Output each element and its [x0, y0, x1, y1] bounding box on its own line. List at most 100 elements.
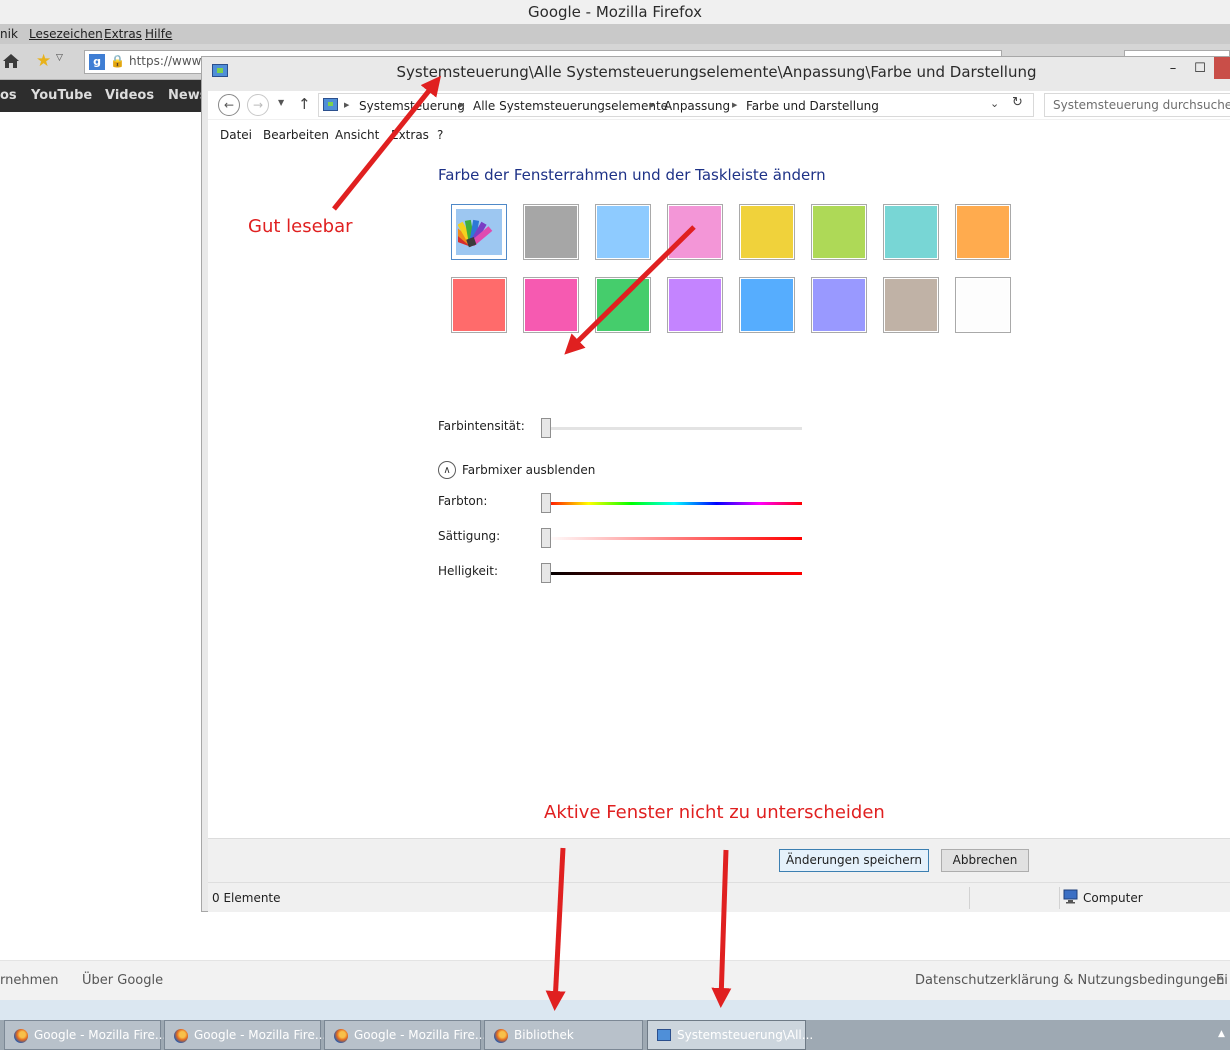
color-swatch[interactable]	[667, 204, 723, 260]
chevron-down-icon[interactable]: ▽	[56, 53, 63, 63]
color-swatch[interactable]	[523, 204, 579, 260]
chevron-down-icon[interactable]: ⌄	[990, 97, 999, 110]
color-swatch[interactable]	[595, 204, 651, 260]
address-bar[interactable]: ▶ Systemsteuerung ▶ Alle Systemsteuerung…	[318, 93, 1034, 117]
taskbar-label: Systemsteuerung\All...	[677, 1028, 814, 1042]
refresh-icon[interactable]: ↻	[1012, 95, 1023, 110]
mixer-toggle-label[interactable]: Farbmixer ausblenden	[462, 463, 595, 477]
footer-link-partial-right[interactable]: Ei	[1216, 973, 1228, 988]
color-swatch[interactable]	[955, 277, 1011, 333]
google-footer: rnehmen Über Google Datenschutzerklärung…	[0, 960, 1230, 1000]
swatch-fill	[957, 279, 1009, 331]
breadcrumb-separator-icon[interactable]: ▶	[459, 101, 464, 109]
brightness-slider-thumb[interactable]	[541, 563, 551, 583]
bookmark-star-icon[interactable]: ★	[36, 51, 51, 71]
window-title-bar[interactable]: Systemsteuerung\Alle Systemsteuerungsele…	[202, 57, 1230, 87]
hue-slider-thumb[interactable]	[541, 493, 551, 513]
color-swatch[interactable]	[883, 204, 939, 260]
swatch-fill	[525, 279, 577, 331]
swatch-fill	[597, 206, 649, 258]
hue-slider-track[interactable]	[546, 502, 802, 505]
footer-link-privacy[interactable]: Datenschutzerklärung & Nutzungsbedingung…	[915, 973, 1225, 988]
menu-item-datei[interactable]: Datei	[220, 128, 252, 142]
tray-expand-icon[interactable]: ▲	[1218, 1029, 1225, 1039]
menu-item-ansicht[interactable]: Ansicht	[335, 128, 379, 142]
saturation-slider-thumb[interactable]	[541, 528, 551, 548]
lock-icon: 🔒	[110, 54, 125, 68]
hue-label: Farbton:	[438, 494, 488, 508]
color-swatch[interactable]	[883, 277, 939, 333]
breadcrumb-alle-elemente[interactable]: Alle Systemsteuerungselemente	[473, 99, 668, 113]
taskbar-button[interactable]: Bibliothek	[484, 1020, 643, 1050]
taskbar-button[interactable]: Google - Mozilla Fire...	[164, 1020, 326, 1050]
taskbar-button-active[interactable]: Systemsteuerung\All...	[647, 1020, 813, 1050]
taskbar-label: Google - Mozilla Fire...	[194, 1028, 327, 1042]
swatch-fill	[885, 279, 937, 331]
forward-button[interactable]: →	[247, 94, 269, 116]
control-panel-window: Systemsteuerung\Alle Systemsteuerungsele…	[201, 56, 1230, 912]
color-fan-icon	[458, 219, 493, 248]
chevron-up-icon: ∧	[443, 465, 451, 476]
swatch-fill	[669, 279, 721, 331]
color-swatch[interactable]	[523, 277, 579, 333]
control-panel-icon	[323, 98, 338, 111]
up-button[interactable]: ↑	[298, 95, 311, 113]
recent-locations-dropdown[interactable]: ▼	[278, 98, 284, 107]
annotation-not-distinguishable: Aktive Fenster nicht zu unterscheiden	[544, 802, 885, 823]
breadcrumb-separator-icon[interactable]: ▶	[650, 101, 655, 109]
color-swatch[interactable]	[595, 277, 651, 333]
color-swatch[interactable]	[739, 277, 795, 333]
menu-item-partial[interactable]: nik	[0, 24, 18, 44]
save-changes-button[interactable]: Änderungen speichern	[779, 849, 929, 872]
menu-item-help[interactable]: ?	[437, 128, 443, 142]
window-title: Systemsteuerung\Alle Systemsteuerungsele…	[396, 63, 1037, 81]
address-toolbar: ← → ▼ ↑ ▶ Systemsteuerung ▶ Alle Systems…	[208, 91, 1230, 119]
brightness-label: Helligkeit:	[438, 564, 499, 578]
brightness-slider-track[interactable]	[546, 572, 802, 575]
breadcrumb-systemsteuerung[interactable]: Systemsteuerung	[359, 99, 465, 113]
menu-item-hilfe[interactable]: Hilfe	[145, 24, 172, 44]
cancel-button[interactable]: Abbrechen	[941, 849, 1029, 872]
swatch-fill	[669, 206, 721, 258]
minimize-button[interactable]: –	[1162, 61, 1184, 81]
google-bar-videos[interactable]: Videos	[105, 88, 154, 103]
swatch-fill	[957, 206, 1009, 258]
menu-item-lesezeichen[interactable]: Lesezeichen	[29, 24, 103, 44]
color-swatch[interactable]	[811, 277, 867, 333]
color-swatch[interactable]	[667, 277, 723, 333]
status-divider	[1059, 887, 1060, 909]
maximize-button[interactable]: ☐	[1189, 61, 1211, 81]
url-text: https://www.g	[129, 54, 212, 68]
intensity-slider-thumb[interactable]	[541, 418, 551, 438]
menu-item-extras[interactable]: Extras	[104, 24, 142, 44]
menu-item-bearbeiten[interactable]: Bearbeiten	[263, 128, 329, 142]
breadcrumb-anpassung[interactable]: Anpassung	[664, 99, 730, 113]
color-swatch-automatic[interactable]	[451, 204, 507, 260]
swatch-fill	[813, 206, 865, 258]
intensity-slider-track[interactable]	[546, 427, 802, 430]
footer-link-partial[interactable]: rnehmen	[0, 973, 59, 988]
taskbar-button[interactable]: Google - Mozilla Fire...	[4, 1020, 166, 1050]
collapse-mixer-button[interactable]: ∧	[438, 461, 456, 479]
status-computer: Computer	[1083, 891, 1143, 905]
color-swatch[interactable]	[955, 204, 1011, 260]
firefox-icon	[494, 1029, 508, 1043]
back-button[interactable]: ←	[218, 94, 240, 116]
color-swatch[interactable]	[451, 277, 507, 333]
color-swatch[interactable]	[739, 204, 795, 260]
footer-link-about[interactable]: Über Google	[82, 973, 163, 988]
google-bar-item-partial[interactable]: os	[0, 88, 17, 103]
breadcrumb-farbe-darstellung[interactable]: Farbe und Darstellung	[746, 99, 879, 113]
footer-strip	[0, 1000, 1230, 1020]
color-swatch[interactable]	[811, 204, 867, 260]
breadcrumb-separator-icon[interactable]: ▶	[732, 101, 737, 109]
saturation-slider-track[interactable]	[546, 537, 802, 540]
firefox-title: Google - Mozilla Firefox	[528, 3, 702, 21]
taskbar-button[interactable]: Google - Mozilla Fire...	[324, 1020, 486, 1050]
breadcrumb-separator-icon[interactable]: ▶	[344, 101, 349, 109]
menu-item-extras[interactable]: Extras	[391, 128, 429, 142]
google-bar-youtube[interactable]: YouTube	[31, 88, 92, 103]
home-icon[interactable]	[2, 52, 20, 70]
close-button[interactable]	[1214, 57, 1230, 79]
search-input[interactable]: Systemsteuerung durchsuchen	[1044, 93, 1230, 117]
